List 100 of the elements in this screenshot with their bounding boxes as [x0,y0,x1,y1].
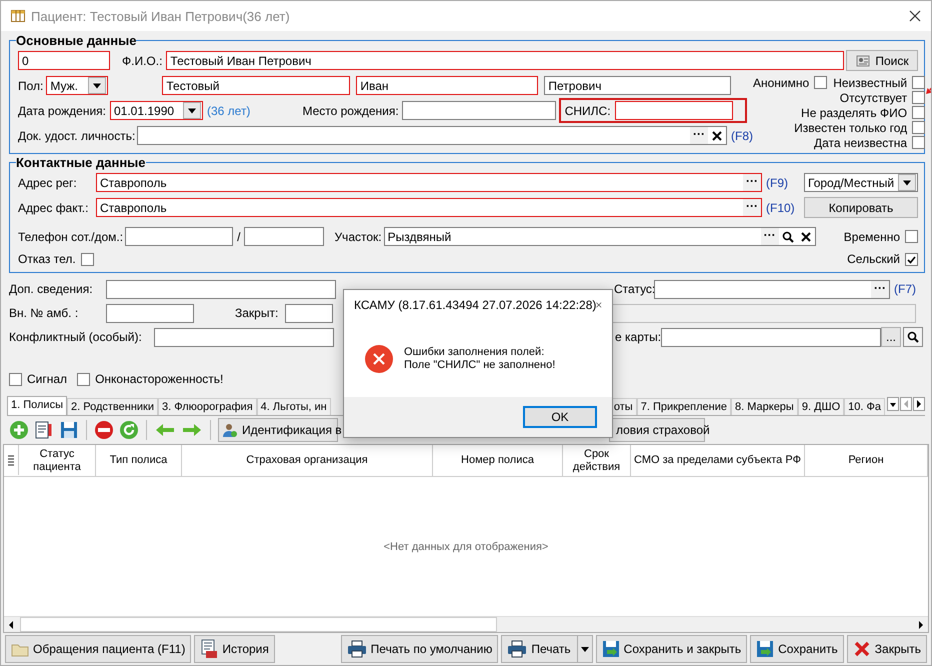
address-field[interactable]: Ставрополь ··· [96,198,762,217]
search-icon[interactable] [903,327,923,347]
printer-icon [346,640,367,658]
checkbox-label: Известен только год [794,120,908,134]
mobile-phone-field[interactable] [125,227,234,246]
checkbox[interactable] [912,91,926,104]
checkbox[interactable] [80,252,94,266]
print-default-button[interactable]: Печать по умолчанию [340,635,498,663]
amb-number-label: Вн. № амб. : [9,306,80,320]
refresh-icon[interactable] [119,420,139,440]
tab[interactable]: 3. Флюорография [158,398,257,415]
status-field[interactable]: ··· [654,280,890,298]
search-icon[interactable] [780,230,795,244]
locality-dropdown[interactable]: Город/Местный [804,173,918,192]
tab[interactable]: 7. Прикрепление [636,398,731,415]
birth-date-picker[interactable]: 01.01.1990 [110,101,203,120]
tab[interactable]: 2. Родственники [66,398,158,415]
checkbox[interactable] [905,230,918,243]
more-button[interactable]: ··· [760,228,779,245]
checkbox[interactable] [905,252,918,266]
column-header[interactable]: СМО за пределами субъекта РФ [631,445,805,476]
document-field[interactable]: ··· [137,126,727,145]
district-field[interactable]: Рыздвяный ··· [384,227,816,246]
checkbox-label: Отсутствует [840,90,908,104]
scroll-right-icon[interactable] [913,397,925,411]
scrollbar-thumb[interactable] [20,617,497,632]
ok-button[interactable]: OK [523,406,597,428]
print-button[interactable]: Печать [501,635,593,663]
tab-list-icon[interactable] [887,397,899,411]
checkbox[interactable] [912,121,926,134]
window-title: Пациент: Тестовый Иван Петрович(36 лет) [31,8,290,24]
document-label: Док. удост. личность: [18,128,136,142]
home-phone-field[interactable] [244,227,324,246]
checkbox-label: Онконастороженность! [95,372,224,386]
checkbox[interactable] [912,106,926,119]
column-header[interactable]: Тип полиса [96,445,182,476]
checkbox[interactable] [9,372,22,386]
error-message: Ошибки заполнения полей: [404,346,546,358]
more-button[interactable]: ··· [743,174,761,191]
hotkey-hint: (F8) [731,128,753,142]
checkbox[interactable] [912,136,926,149]
checkbox-label: Неизвестный [833,76,908,90]
column-header[interactable]: Срок действия [563,445,631,476]
checkbox-label: Дата неизвестна [814,136,908,150]
patient-visits-button[interactable]: Обращения пациента (F11) [5,635,192,663]
tab[interactable]: 9. ДШО [798,398,844,415]
tab[interactable]: 1. Полисы [7,396,67,415]
snils-field[interactable] [614,101,733,120]
tab[interactable]: 8. Маркеры [731,398,798,415]
checkbox-label: Сигнал [27,372,68,386]
checkbox-label: Отказ тел. [18,252,76,266]
checkbox-label: Временно [844,230,900,244]
caret-icon [580,646,589,652]
checkbox[interactable] [814,76,828,89]
stop-icon[interactable] [94,420,114,440]
conflict-field[interactable] [154,328,334,346]
sex-dropdown[interactable]: Муж. [46,76,108,95]
patronymic-field[interactable]: Петрович [544,76,732,95]
column-header[interactable]: Страховая организация [182,445,433,476]
save-and-close-button[interactable]: Сохранить и закрыть [596,635,748,663]
column-header[interactable]: Номер полиса [433,445,563,476]
card-label: е карты: [615,330,661,344]
code-field[interactable]: 0 [18,51,110,70]
column-header[interactable]: Статус пациента [19,445,96,476]
group-title: Основные данные [16,33,136,48]
status-label: Статус: [614,282,654,296]
clear-icon[interactable] [710,128,724,142]
group-title: Контактные данные [16,155,146,170]
edit-icon[interactable] [34,420,54,440]
more-button[interactable]: ... [881,327,901,347]
save-button[interactable]: Сохранить [750,635,844,663]
tab[interactable]: 4. Льготы, ин [256,398,331,415]
search-button[interactable]: Поиск [846,50,918,71]
copy-button[interactable]: Копировать [804,197,918,218]
add-icon[interactable] [9,420,29,440]
fio-field[interactable]: Тестовый Иван Петрович [166,51,844,70]
last-name-field[interactable]: Тестовый [162,76,350,95]
save-icon[interactable] [59,420,79,440]
more-button[interactable]: ··· [743,199,761,216]
close-button[interactable]: Закрыть [846,635,927,663]
checkbox[interactable] [77,372,90,386]
address-field[interactable]: Ставрополь ··· [96,173,762,192]
fio-label: Ф.И.О.: [122,54,162,68]
more-button[interactable]: ··· [871,280,889,298]
amb-number-field[interactable] [106,304,194,322]
column-header[interactable]: Регион [805,445,928,476]
checkbox[interactable] [912,76,926,89]
first-name-field[interactable]: Иван [356,76,538,95]
info-field[interactable] [106,280,336,298]
close-icon[interactable] [909,10,921,22]
conflict-label: Конфликтный (особый): [9,330,143,344]
history-button[interactable]: История [194,635,275,663]
birthplace-field[interactable] [402,101,556,120]
more-button[interactable]: ··· [690,127,708,144]
card-field[interactable] [661,328,881,346]
clear-icon[interactable] [798,230,813,244]
snils-label: СНИЛС: [564,104,611,118]
tab[interactable]: 10. Фа [844,398,885,415]
closed-field[interactable] [285,304,333,322]
floppy-icon [602,640,620,658]
